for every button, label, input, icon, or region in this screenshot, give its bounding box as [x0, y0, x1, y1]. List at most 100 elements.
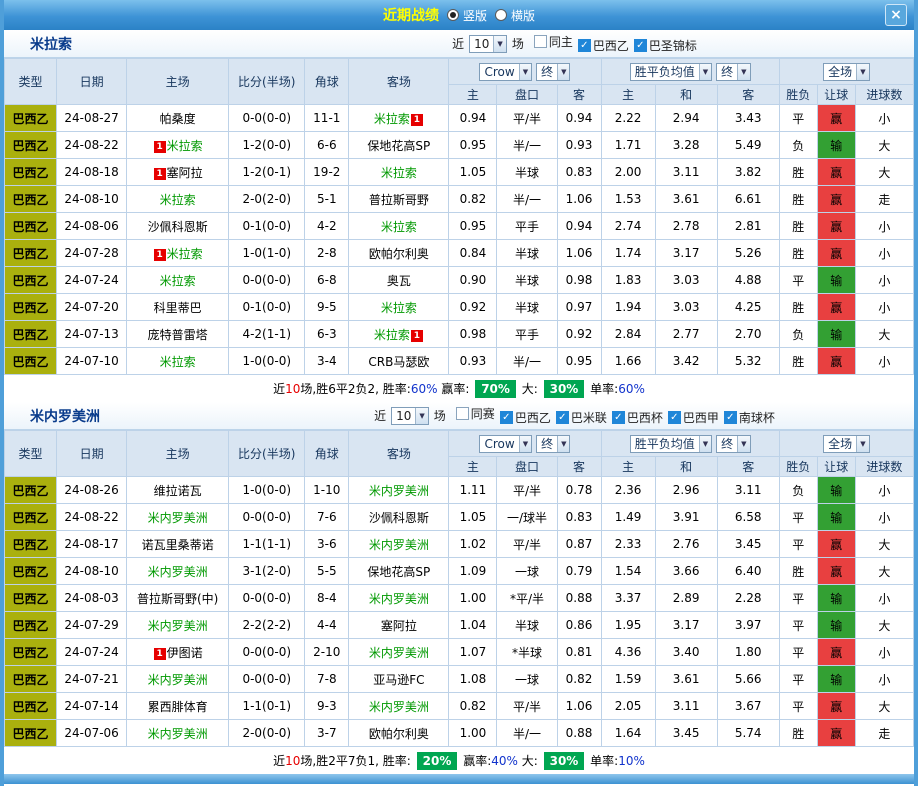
home-team-cell: 米内罗美洲 [127, 558, 229, 585]
avg-time-select[interactable]: 终 ▼ [716, 435, 750, 453]
date-cell: 24-08-10 [57, 558, 127, 585]
home-odds-cell: 1.07 [449, 639, 497, 666]
league-cell: 巴西乙 [5, 348, 57, 375]
avg-home-cell: 2.84 [601, 321, 655, 348]
close-button[interactable]: × [885, 4, 907, 26]
layout-radio-vertical[interactable]: 竖版 [447, 7, 487, 24]
scope-select[interactable]: 全场 ▼ [823, 63, 869, 81]
match-count-select[interactable]: 10 ▼ [391, 407, 429, 425]
checkbox-checked-icon: ✓ [634, 39, 647, 52]
goals-result-cell: 小 [855, 240, 913, 267]
team-name-text: 塞阿拉 [167, 166, 203, 180]
filter-checkbox[interactable]: ✓南球杯 [724, 409, 775, 426]
home-odds-cell: 0.98 [449, 321, 497, 348]
score-cell: 3-1(2-0) [229, 558, 305, 585]
avg-home-cell: 3.37 [601, 585, 655, 612]
avg-draw-cell: 3.40 [655, 639, 717, 666]
away-team-cell: 奥瓦 [349, 267, 449, 294]
avg-time-select[interactable]: 终 ▼ [716, 63, 750, 81]
home-odds-cell: 0.93 [449, 348, 497, 375]
chevron-down-icon: ▼ [856, 436, 868, 452]
radio-horizontal-label: 横版 [511, 7, 535, 24]
avg-type-select[interactable]: 胜平负均值 ▼ [630, 63, 712, 81]
team-name-text: 米拉索 [160, 274, 196, 288]
games-label: 场 [512, 35, 524, 52]
handicap-result-cell: 赢 [817, 639, 855, 666]
filter-checkbox[interactable]: ✓巴西甲 [668, 409, 719, 426]
scope-select[interactable]: 全场 ▼ [823, 435, 869, 453]
league-cell: 巴西乙 [5, 132, 57, 159]
result-cell: 平 [779, 105, 817, 132]
window-title: 近期战绩 [383, 5, 439, 25]
goals-result-cell: 大 [855, 132, 913, 159]
match-count-select[interactable]: 10 ▼ [469, 35, 507, 53]
checkbox-unchecked-icon [456, 407, 469, 420]
score-cell: 0-0(0-0) [229, 666, 305, 693]
handicap-line-cell: 半球 [497, 159, 557, 186]
home-team-cell: 帕桑度 [127, 105, 229, 132]
filter-checkbox[interactable]: ✓巴西乙 [578, 37, 629, 54]
score-cell: 1-2(0-1) [229, 159, 305, 186]
home-odds-cell: 1.08 [449, 666, 497, 693]
score-cell: 1-1(1-1) [229, 531, 305, 558]
home-team-cell: 米内罗美洲 [127, 666, 229, 693]
away-team-cell: 欧帕尔利奥 [349, 240, 449, 267]
avg-away-cell: 6.58 [717, 504, 779, 531]
odds-company-select[interactable]: Crow ▼ [479, 435, 532, 453]
team-name-text: 米内罗美洲 [369, 538, 429, 552]
summary-segment: 单率: [586, 380, 618, 397]
home-team-cell: 沙佩科恩斯 [127, 213, 229, 240]
date-cell: 24-08-22 [57, 132, 127, 159]
odds-time-select[interactable]: 终 ▼ [536, 435, 570, 453]
avg-draw-cell: 3.61 [655, 186, 717, 213]
home-odds-cell: 0.84 [449, 240, 497, 267]
handicap-line-cell: 平/半 [497, 531, 557, 558]
avg-home-cell: 1.94 [601, 294, 655, 321]
odds-time-select[interactable]: 终 ▼ [536, 63, 570, 81]
select-value: 终 [541, 435, 553, 452]
away-team-cell: 欧帕尔利奥 [349, 720, 449, 747]
summary-segment: 大: [518, 752, 542, 769]
handicap-result-cell: 输 [817, 612, 855, 639]
away-odds-cell: 0.92 [557, 321, 601, 348]
radio-vertical-label: 竖版 [463, 7, 487, 24]
date-cell: 24-08-26 [57, 477, 127, 504]
avg-type-select[interactable]: 胜平负均值 ▼ [630, 435, 712, 453]
filter-checkbox[interactable]: ✓巴米联 [556, 409, 607, 426]
filter-checkbox[interactable]: 同主 [534, 33, 573, 50]
summary-bar: 近10场,胜2平7负1, 胜率: 20% 赢率:40% 大: 30% 单率:10… [4, 747, 914, 774]
handicap-result-cell: 赢 [817, 105, 855, 132]
odds-company-select[interactable]: Crow ▼ [479, 63, 532, 81]
layout-radio-horizontal[interactable]: 横版 [495, 7, 535, 24]
avg-home-cell: 1.66 [601, 348, 655, 375]
column-header: 比分(半场) [229, 431, 305, 477]
filter-checkbox[interactable]: 同赛 [456, 405, 495, 422]
score-cell: 0-0(0-0) [229, 639, 305, 666]
team-name: 米拉索 [4, 34, 234, 54]
home-odds-cell: 0.95 [449, 132, 497, 159]
filter-checkbox[interactable]: ✓巴圣锦标 [634, 37, 697, 54]
filter-checkbox[interactable]: ✓巴西乙 [500, 409, 551, 426]
select-value: 胜平负均值 [635, 435, 695, 452]
filter-checkbox-label: 南球杯 [739, 409, 775, 426]
goals-result-cell: 小 [855, 477, 913, 504]
home-team-cell: 普拉斯哥野(中) [127, 585, 229, 612]
chevron-down-icon: ▼ [519, 436, 531, 452]
handicap-line-cell: *半球 [497, 639, 557, 666]
team-name-text: 伊图诺 [167, 646, 203, 660]
score-cell: 0-1(0-0) [229, 294, 305, 321]
date-cell: 24-08-10 [57, 186, 127, 213]
date-cell: 24-08-03 [57, 585, 127, 612]
away-team-cell: 米内罗美洲 [349, 639, 449, 666]
chevron-down-icon: ▼ [737, 436, 749, 452]
result-cell: 平 [779, 612, 817, 639]
result-cell: 负 [779, 321, 817, 348]
chevron-down-icon: ▼ [415, 408, 427, 424]
team-name-text: 米内罗美洲 [369, 700, 429, 714]
home-odds-cell: 1.00 [449, 720, 497, 747]
column-header: 进球数 [855, 85, 913, 105]
away-odds-cell: 0.93 [557, 132, 601, 159]
team-name-text: 维拉诺瓦 [154, 484, 202, 498]
team-name-text: 米拉索 [167, 139, 203, 153]
filter-checkbox[interactable]: ✓巴西杯 [612, 409, 663, 426]
